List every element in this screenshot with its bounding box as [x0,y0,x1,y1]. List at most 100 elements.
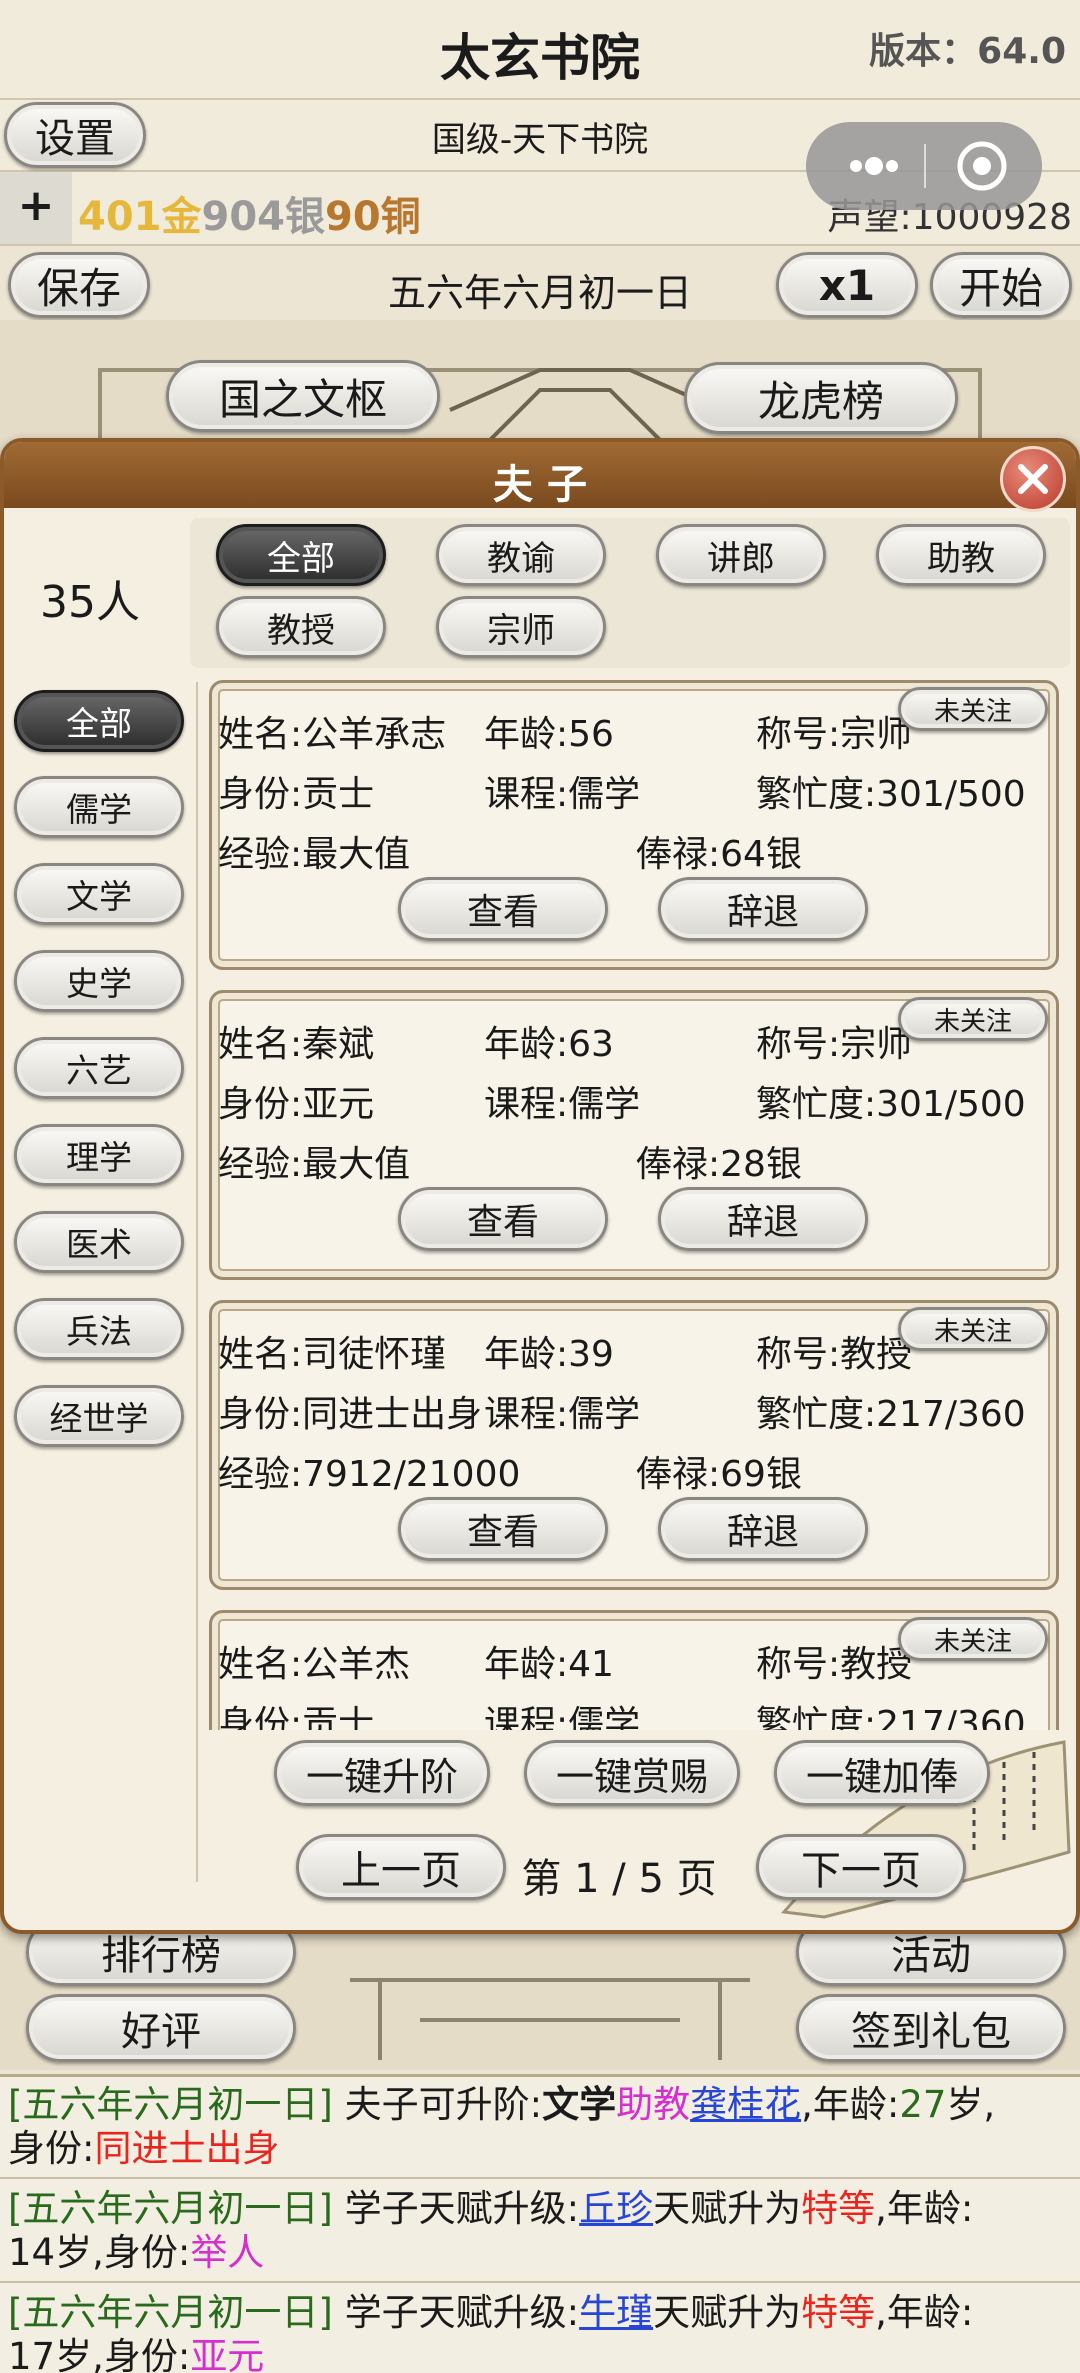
more-options-icon[interactable] [828,122,920,210]
teacher-list[interactable]: 姓名:公羊承志 年龄:56 称号:宗师 未关注 身份:贡士 课程:儒学 繁忙度:… [4,680,1076,1730]
log-text: 学子天赋升级: [332,2187,580,2230]
teacher-age: 年龄:39 [484,1334,614,1375]
teacher-status: 身份:亚元 [218,1084,375,1125]
teacher-age: 年龄:63 [484,1024,614,1065]
log-text: 天赋升为 [653,2187,802,2230]
review-button[interactable]: 好评 [26,1994,296,2062]
dismiss-button[interactable]: 辞退 [658,877,868,941]
log-entry: [五六年六月初一日] 夫子可升阶:文学助教龚桂花,年龄:27岁, 身份:同进士出身 [0,2077,1080,2179]
teacher-exp: 经验:最大值 [218,834,411,875]
log-age: 27 [899,2083,947,2126]
control-bar: 五六年六月初一日 [0,246,1080,324]
log-text: ,年龄: [875,2187,974,2230]
rank-tab-zhujiao[interactable]: 助教 [876,524,1046,586]
log-subject: 文学 [542,2083,617,2126]
log-date: [五六年六月初一日] [8,2187,333,2230]
next-page-button[interactable]: 下一页 [756,1834,966,1900]
gold-amount: 401金 [78,194,202,240]
follow-button[interactable]: 未关注 [898,687,1048,731]
log-person-link[interactable]: 牛瑾 [579,2291,653,2334]
log-text: 14岁,身份: [8,2231,191,2274]
capsule-divider [924,144,926,188]
teacher-exp: 经验:最大值 [218,1144,411,1185]
teacher-course: 课程:儒学 [484,1704,641,1730]
log-date: [五六年六月初一日] [8,2291,333,2334]
log-text: 17岁,身份: [8,2335,191,2373]
teacher-card: 姓名:公羊承志 年龄:56 称号:宗师 未关注 身份:贡士 课程:儒学 繁忙度:… [209,680,1059,970]
teacher-busy: 繁忙度:301/500 [756,1084,1026,1125]
game-date: 五六年六月初一日 [387,271,692,315]
log-rank: 助教 [616,2083,691,2126]
national-center-button[interactable]: 国之文枢 [166,360,440,432]
teacher-age: 年龄:41 [484,1644,614,1685]
teacher-busy: 繁忙度:217/360 [756,1394,1026,1435]
teacher-card: 姓名:公羊杰 年龄:41 称号:教授 未关注 身份:贡士 课程:儒学 繁忙度:2… [209,1610,1059,1730]
log-text: 学子天赋升级: [332,2291,580,2334]
teacher-name: 姓名:司徒怀瑾 [218,1334,447,1375]
save-button[interactable]: 保存 [8,252,150,318]
version-label: 版本：64.0 [869,31,1066,72]
dismiss-button[interactable]: 辞退 [658,1187,868,1251]
follow-button[interactable]: 未关注 [898,1307,1048,1351]
teacher-course: 课程:儒学 [484,1394,641,1435]
teacher-title: 称号:教授 [756,1644,913,1685]
event-log[interactable]: [五六年六月初一日] 夫子可升阶:文学助教龚桂花,年龄:27岁, 身份:同进士出身… [0,2074,1080,2373]
add-currency-button[interactable]: + [0,172,72,244]
log-status: 亚元 [190,2335,265,2373]
log-entry: [五六年六月初一日] 学子天赋升级:牛瑾天赋升为特等,年龄: 17岁,身份:亚元 [0,2285,1080,2373]
start-button[interactable]: 开始 [930,252,1072,318]
teacher-card: 姓名:司徒怀瑾 年龄:39 称号:教授 未关注 身份:同进士出身 课程:儒学 繁… [209,1300,1059,1590]
log-text: 夫子可升阶: [332,2083,543,2126]
teacher-age: 年龄:56 [484,714,614,755]
dismiss-button[interactable]: 辞退 [658,1497,868,1561]
teacher-status: 身份:贡士 [218,774,375,815]
teacher-busy: 繁忙度:217/360 [756,1704,1026,1730]
log-text: ,年龄: [801,2083,900,2126]
follow-button[interactable]: 未关注 [898,1617,1048,1661]
dragon-tiger-ranking-button[interactable]: 龙虎榜 [684,362,958,434]
currency-amounts: 401金904银90铜 [78,184,421,242]
speed-button[interactable]: x1 [776,252,918,318]
reward-all-button[interactable]: 一键赏赐 [524,1740,740,1806]
log-text: ,年龄: [875,2291,974,2334]
view-button[interactable]: 查看 [398,1187,608,1251]
panel-header: 夫 子 [4,442,1076,508]
page-indicator: 第 1 / 5 页 [521,1856,717,1902]
teacher-salary: 俸禄:64银 [636,834,802,875]
close-icon [1018,464,1048,494]
log-person-link[interactable]: 丘珍 [579,2187,653,2230]
view-button[interactable]: 查看 [398,1497,608,1561]
silver-amount: 904银 [201,194,326,240]
promote-all-button[interactable]: 一键升阶 [274,1740,490,1806]
teacher-status: 身份:贡士 [218,1704,375,1730]
log-text: 岁, [946,2083,996,2126]
log-person-link[interactable]: 龚桂花 [690,2083,801,2126]
teacher-card: 姓名:秦斌 年龄:63 称号:宗师 未关注 身份:亚元 课程:儒学 繁忙度:30… [209,990,1059,1280]
teacher-course: 课程:儒学 [484,1084,641,1125]
teacher-title: 称号:宗师 [756,1024,913,1065]
rank-tab-jiaoshou[interactable]: 教授 [216,596,386,658]
rank-tab-jianglang[interactable]: 讲郎 [656,524,826,586]
teacher-exp: 经验:7912/21000 [218,1454,521,1495]
view-button[interactable]: 查看 [398,877,608,941]
settings-button[interactable]: 设置 [4,102,146,168]
teacher-busy: 繁忙度:301/500 [756,774,1026,815]
checkin-gift-button[interactable]: 签到礼包 [796,1994,1066,2062]
follow-button[interactable]: 未关注 [898,997,1048,1041]
rank-tab-zongshi[interactable]: 宗师 [436,596,606,658]
teacher-count: 35人 [40,577,140,628]
teacher-name: 姓名:秦斌 [218,1024,375,1065]
raise-salary-all-button[interactable]: 一键加俸 [774,1740,990,1806]
rank-tab-all[interactable]: 全部 [216,524,386,586]
prev-page-button[interactable]: 上一页 [296,1834,506,1900]
close-panel-button[interactable] [1000,446,1066,512]
title-bar: 太玄书院 版本：64.0 [0,0,1080,100]
teacher-salary: 俸禄:69银 [636,1454,802,1495]
log-grade: 特等 [801,2291,876,2334]
miniprogram-capsule [806,122,1042,210]
log-text: 身份: [8,2127,95,2170]
close-miniprogram-icon[interactable] [932,122,1032,210]
teacher-name: 姓名:公羊承志 [218,714,447,755]
rank-tab-jiaoyu[interactable]: 教谕 [436,524,606,586]
teacher-salary: 俸禄:28银 [636,1144,802,1185]
